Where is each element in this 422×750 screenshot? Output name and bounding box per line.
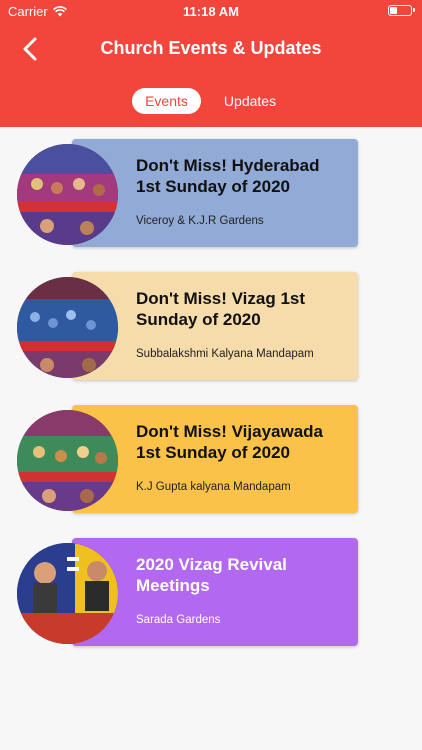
tab-updates[interactable]: Updates [212,88,288,114]
battery-icon [388,5,415,16]
status-time: 11:18 AM [183,4,239,19]
tab-events[interactable]: Events [132,88,201,114]
app-header: Carrier 11:18 AM Church Events & Updates… [0,0,422,127]
page-title: Church Events & Updates [100,38,322,58]
event-venue: Subbalakshmi Kalyana Mandapam [136,348,314,360]
status-bar: Carrier 11:18 AM [0,0,422,22]
event-thumbnail[interactable] [17,144,118,245]
event-venue: Viceroy & K.J.R Gardens [136,215,264,227]
event-thumbnail[interactable] [17,543,118,644]
event-title: Don't Miss! Hyderabad 1st Sunday of 2020 [136,156,320,196]
event-thumbnail[interactable] [17,277,118,378]
event-title: Don't Miss! Vijayawada 1st Sunday of 202… [136,422,324,462]
event-title: 2020 Vizag Revival Meetings [136,555,287,595]
event-venue: K.J Gupta kalyana Mandapam [136,481,291,493]
event-title: Don't Miss! Vizag 1st Sunday of 2020 [136,289,306,329]
segment-tabs: Events Updates [0,88,422,116]
event-venue: Sarada Gardens [136,614,221,626]
event-thumbnail[interactable] [17,410,118,511]
